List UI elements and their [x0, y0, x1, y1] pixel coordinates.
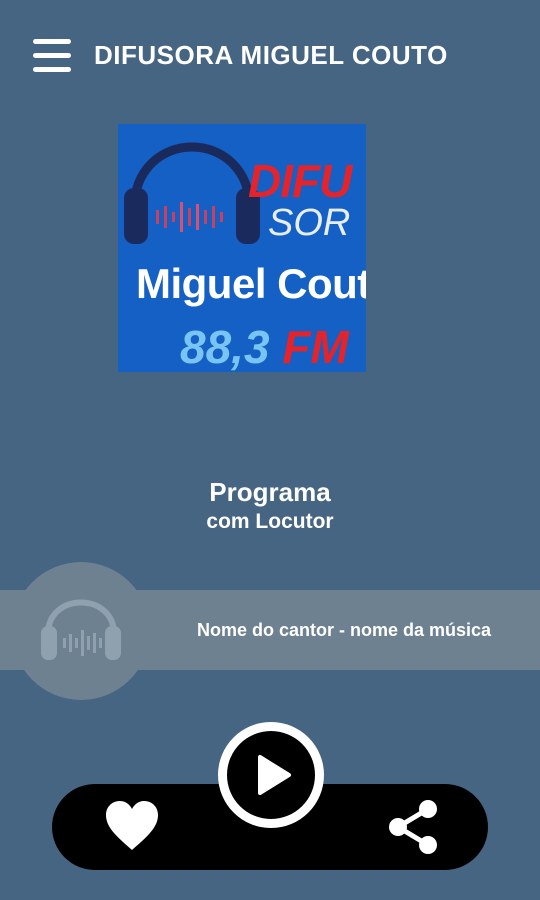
headphones-icon: [41, 599, 121, 660]
logo-text-difu: DIFU: [248, 155, 352, 207]
hamburger-menu-icon[interactable]: [30, 36, 74, 76]
program-title: Programa: [209, 477, 331, 507]
menu-line: [33, 39, 71, 44]
logo-frequency-unit: FM: [282, 321, 349, 372]
share-icon[interactable]: [386, 798, 442, 856]
app-bar: DIFUSORA MIGUEL COUTO: [0, 0, 540, 112]
app-title: DIFUSORA MIGUEL COUTO: [94, 40, 448, 70]
menu-line: [33, 53, 71, 58]
logo-frequency: 88,3 FM: [180, 320, 349, 372]
play-icon: [258, 755, 291, 795]
menu-line: [33, 67, 71, 72]
program-info: Programa com Locutor: [0, 476, 540, 536]
station-logo: DIFU SOR Miguel Cout 88,3 FM: [118, 124, 366, 372]
logo-text-miguel-couto: Miguel Cout: [136, 260, 366, 307]
play-button-inner: [227, 731, 315, 819]
now-playing-text: Nome do cantor - nome da música: [196, 620, 492, 640]
heart-icon[interactable]: [104, 800, 160, 852]
play-button[interactable]: [218, 722, 324, 828]
program-host: com Locutor: [206, 510, 334, 533]
logo-frequency-number: 88,3: [180, 321, 270, 372]
logo-text-sora: SOR: [268, 202, 351, 244]
